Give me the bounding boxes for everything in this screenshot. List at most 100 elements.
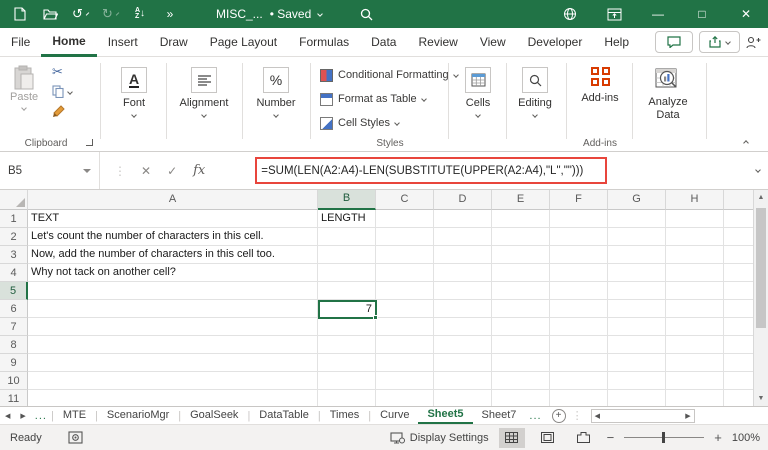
cell-C4[interactable]: [376, 264, 434, 282]
name-box[interactable]: B5: [0, 152, 100, 189]
undo-button[interactable]: ↺: [72, 6, 88, 22]
font-group-button[interactable]: A Font: [108, 67, 160, 117]
cell-D7[interactable]: [434, 318, 492, 336]
tab-home[interactable]: Home: [41, 28, 96, 57]
add-ins-button[interactable]: Add-ins: [574, 67, 626, 104]
page-break-preview-button[interactable]: [571, 428, 597, 448]
cancel-formula-icon[interactable]: ✕: [141, 164, 151, 178]
row-header-4[interactable]: 4: [0, 264, 28, 282]
zoom-out-button[interactable]: −: [607, 430, 615, 445]
column-header-H[interactable]: H: [666, 190, 724, 210]
hscroll-left-icon[interactable]: ◀: [592, 412, 603, 420]
format-painter-button[interactable]: [52, 105, 72, 118]
cell-B9[interactable]: [318, 354, 376, 372]
row-header-9[interactable]: 9: [0, 354, 28, 372]
cell-E9[interactable]: [492, 354, 550, 372]
normal-view-button[interactable]: [499, 428, 525, 448]
macro-record-icon[interactable]: [68, 431, 83, 444]
sort-az-icon[interactable]: AZ↓: [132, 6, 148, 22]
cell-A10[interactable]: [28, 372, 318, 390]
row-header-1[interactable]: 1: [0, 210, 28, 228]
row-header-10[interactable]: 10: [0, 372, 28, 390]
search-icon[interactable]: [360, 8, 373, 21]
cell-C7[interactable]: [376, 318, 434, 336]
cell-F1[interactable]: [550, 210, 608, 228]
cell-B7[interactable]: [318, 318, 376, 336]
sheet-tab-sheet5[interactable]: Sheet5: [418, 407, 472, 425]
cell-F8[interactable]: [550, 336, 608, 354]
cell-A6[interactable]: [28, 300, 318, 318]
cell-G1[interactable]: [608, 210, 666, 228]
new-file-icon[interactable]: [12, 6, 28, 22]
vertical-scroll-thumb[interactable]: [756, 208, 766, 328]
cell-H8[interactable]: [666, 336, 724, 354]
cell-E5[interactable]: [492, 282, 550, 300]
analyze-data-button[interactable]: Analyze Data: [640, 67, 696, 122]
qat-overflow-icon[interactable]: »: [162, 6, 178, 22]
editing-group-button[interactable]: Editing: [510, 67, 560, 117]
cell-C5[interactable]: [376, 282, 434, 300]
cell-H11[interactable]: [666, 390, 724, 406]
column-header-A[interactable]: A: [28, 190, 318, 210]
cell-F3[interactable]: [550, 246, 608, 264]
cell-C3[interactable]: [376, 246, 434, 264]
sheet-nav-left-icon[interactable]: ◀: [0, 412, 15, 420]
cell-F6[interactable]: [550, 300, 608, 318]
cell-E8[interactable]: [492, 336, 550, 354]
cell-C11[interactable]: [376, 390, 434, 406]
cell-A8[interactable]: [28, 336, 318, 354]
maximize-button[interactable]: □: [680, 0, 724, 28]
clipboard-dialog-launcher[interactable]: [86, 139, 93, 146]
cell-F5[interactable]: [550, 282, 608, 300]
column-header-B[interactable]: B: [318, 190, 376, 210]
name-box-dropdown-icon[interactable]: [83, 169, 91, 173]
cell-styles-button[interactable]: Cell Styles: [320, 111, 458, 135]
column-header-C[interactable]: C: [376, 190, 434, 210]
row-header-8[interactable]: 8: [0, 336, 28, 354]
row-header-11[interactable]: 11: [0, 390, 28, 406]
copy-button[interactable]: [52, 85, 72, 98]
cell-F10[interactable]: [550, 372, 608, 390]
sheet-tab-datatable[interactable]: DataTable: [250, 407, 318, 425]
cell-D4[interactable]: [434, 264, 492, 282]
cell-C1[interactable]: [376, 210, 434, 228]
cell-H1[interactable]: [666, 210, 724, 228]
cell-B1[interactable]: LENGTH: [318, 210, 376, 228]
cell-C2[interactable]: [376, 228, 434, 246]
tab-review[interactable]: Review: [407, 28, 468, 57]
tab-developer[interactable]: Developer: [517, 28, 594, 57]
cell-G4[interactable]: [608, 264, 666, 282]
cell-E3[interactable]: [492, 246, 550, 264]
cell-G8[interactable]: [608, 336, 666, 354]
cell-E7[interactable]: [492, 318, 550, 336]
cell-E6[interactable]: [492, 300, 550, 318]
cell-D2[interactable]: [434, 228, 492, 246]
cell-E11[interactable]: [492, 390, 550, 406]
cells-group-button[interactable]: Cells: [456, 67, 500, 117]
cell-A7[interactable]: [28, 318, 318, 336]
cell-H7[interactable]: [666, 318, 724, 336]
cell-G7[interactable]: [608, 318, 666, 336]
select-all-button[interactable]: [0, 190, 28, 210]
cell-G9[interactable]: [608, 354, 666, 372]
cell-H2[interactable]: [666, 228, 724, 246]
row-header-5[interactable]: 5: [0, 282, 28, 300]
cell-F7[interactable]: [550, 318, 608, 336]
cell-A5[interactable]: [28, 282, 318, 300]
cell-F11[interactable]: [550, 390, 608, 406]
cell-H4[interactable]: [666, 264, 724, 282]
people-icon[interactable]: [746, 36, 762, 49]
cell-D1[interactable]: [434, 210, 492, 228]
undo-dropdown-icon[interactable]: [86, 12, 90, 16]
cell-D9[interactable]: [434, 354, 492, 372]
cell-G5[interactable]: [608, 282, 666, 300]
cell-H6[interactable]: [666, 300, 724, 318]
cell-A3[interactable]: Now, add the number of characters in thi…: [28, 246, 318, 264]
share-button[interactable]: [699, 31, 740, 53]
new-sheet-button[interactable]: +: [552, 409, 566, 423]
hscroll-right-icon[interactable]: ▶: [682, 412, 693, 420]
tab-formulas[interactable]: Formulas: [288, 28, 360, 57]
grip-dots-icon[interactable]: ⋮: [114, 164, 125, 178]
column-header-D[interactable]: D: [434, 190, 492, 210]
vertical-scrollbar[interactable]: ▲ ▼: [753, 190, 768, 406]
